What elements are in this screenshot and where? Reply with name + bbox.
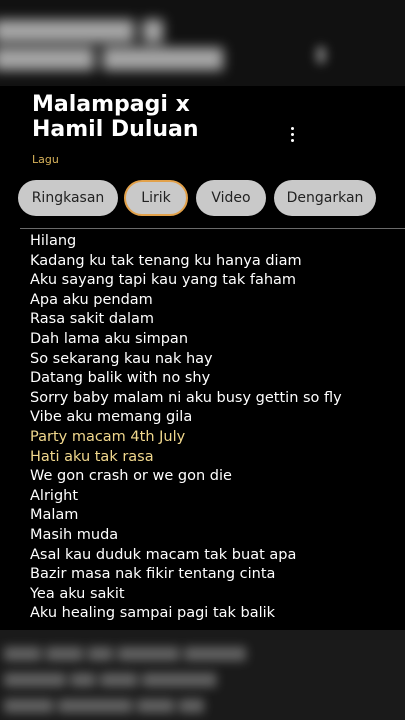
lyric-line: Alright (30, 487, 79, 504)
tab-video[interactable]: Video (196, 180, 266, 216)
lyric-line: Yea aku sakit (30, 585, 125, 602)
blurred-text: ▆▆▆▆▆▆▆ ▆ ▆▆▆▆▆ ▆▆▆▆▆▆ (0, 13, 223, 71)
lyric-line: Aku healing sampai pagi tak balik (30, 605, 276, 622)
song-title-line1: Malampagi x (32, 92, 190, 117)
blurred-icon (316, 46, 326, 64)
lyric-line: Apa aku pendam (30, 291, 153, 308)
lyric-line-highlighted: Hati aku tak rasa (30, 448, 154, 465)
lyric-line: We gon crash or we gon die (30, 468, 232, 485)
song-type-label: Lagu (32, 153, 59, 166)
song-title-line2: Hamil Duluan (32, 117, 199, 142)
lyric-line: Dah lama aku simpan (30, 330, 189, 347)
tab-ringkasan[interactable]: Ringkasan (18, 180, 118, 216)
lyric-line: So sekarang kau nak hay (30, 350, 213, 367)
lyric-line: Kadang ku tak tenang ku hanya diam (30, 252, 302, 269)
lyric-line: Datang balik with no shy (30, 370, 211, 387)
lyric-line: Rasa sakit dalam (30, 311, 154, 328)
more-vertical-icon[interactable] (282, 122, 302, 146)
divider (20, 228, 405, 229)
blurred-background-top: ▆▆▆▆▆▆▆ ▆ ▆▆▆▆▆ ▆▆▆▆▆▆ (0, 0, 405, 90)
blurred-text: ▆▆▆▆▆ ▆▆ ▆▆▆ ▆▆▆▆▆▆ (4, 668, 217, 687)
lyric-line: Vibe aku memang gila (30, 409, 193, 426)
lyric-line: Malam (30, 507, 79, 524)
tab-lirik[interactable]: Lirik (124, 180, 188, 216)
tab-bar: Ringkasan Lirik Video Dengarkan (0, 180, 405, 220)
song-title: Malampagi x Hamil Duluan (32, 92, 292, 142)
lyric-line: Hilang (30, 233, 77, 249)
lyric-line: Sorry baby malam ni aku busy gettin so f… (30, 389, 342, 406)
blurred-background-bottom: ▆▆▆ ▆▆▆ ▆▆ ▆▆▆▆▆ ▆▆▆▆▆ ▆▆▆▆▆ ▆▆ ▆▆▆ ▆▆▆▆… (0, 630, 405, 720)
lyric-line-highlighted: Party macam 4th July (30, 428, 186, 445)
blurred-text: ▆▆▆▆ ▆▆▆▆▆▆ ▆▆▆ ▆▆ (4, 694, 204, 713)
blurred-text: ▆▆▆ ▆▆▆ ▆▆ ▆▆▆▆▆ ▆▆▆▆▆ (4, 642, 246, 661)
lyrics-text: Hilang Kadang ku tak tenang ku hanya dia… (30, 232, 400, 624)
lyric-line: Masih muda (30, 526, 119, 543)
tab-dengarkan[interactable]: Dengarkan (274, 180, 376, 216)
lyric-line: Bazir masa nak fikir tentang cinta (30, 566, 276, 583)
lyrics-panel: Malampagi x Hamil Duluan Lagu Ringkasan … (0, 86, 405, 630)
lyric-line: Aku sayang tapi kau yang tak faham (30, 272, 297, 289)
lyric-line: Asal kau duduk macam tak buat apa (30, 546, 297, 563)
